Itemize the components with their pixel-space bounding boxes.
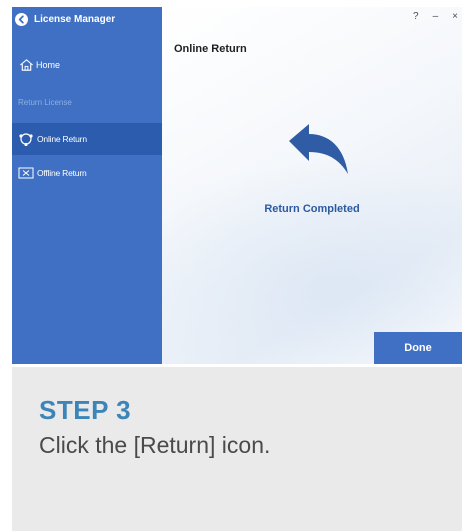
minimize-button[interactable]: – [433,11,439,22]
sidebar-item-offline-return-label: Offline Return [37,168,87,178]
title-bar: License Manager [12,7,162,31]
globe-icon [18,132,34,146]
sidebar-item-offline-return[interactable]: Offline Return [12,163,162,183]
help-button[interactable]: ? [413,11,419,22]
home-icon [18,58,34,72]
done-button[interactable]: Done [374,332,462,364]
step-caption: STEP 3 Click the [Return] icon. [12,367,462,531]
close-button[interactable]: × [452,11,458,22]
step-title: STEP 3 [39,395,132,425]
page-title: Online Return [174,43,247,55]
sidebar-item-home-label: Home [36,60,61,70]
sidebar-item-online-return[interactable]: Online Return [12,123,162,155]
sidebar-item-home[interactable]: Home [12,54,162,76]
window-controls: ? – × [413,11,458,22]
license-manager-window: License Manager Home Return License Onli… [12,7,462,364]
sidebar-item-online-return-label: Online Return [37,134,87,144]
status-message: Return Completed [264,203,360,215]
card-icon [18,166,34,180]
app-title: License Manager [34,13,116,25]
back-arrow-icon[interactable] [15,12,28,26]
section-label-return-license: Return License [18,98,72,107]
main-panel: ? – × Online Return Return Completed Don… [162,7,462,364]
return-arrow-icon[interactable] [287,123,349,175]
sidebar: License Manager Home Return License Onli… [12,7,162,364]
step-instruction: Click the [Return] icon. [39,432,271,458]
